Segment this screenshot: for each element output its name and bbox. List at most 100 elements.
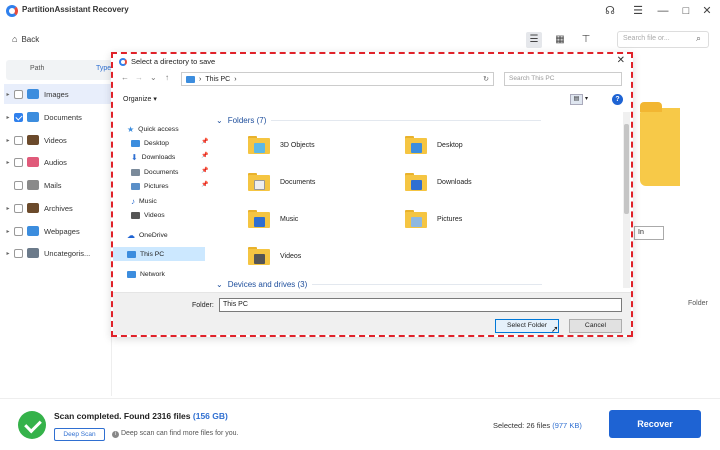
- folder-pictures[interactable]: Pictures: [405, 208, 462, 230]
- expand-icon[interactable]: ▸: [4, 137, 12, 144]
- folder-input[interactable]: This PC: [219, 298, 622, 312]
- view-dropdown-icon[interactable]: ▾: [585, 95, 588, 102]
- sidebar-item-documents[interactable]: ▸ Documents: [4, 107, 112, 127]
- cancel-button[interactable]: Cancel: [569, 319, 622, 333]
- dialog-footer: Folder: This PC Select Folder Cancel ➚: [113, 292, 631, 335]
- sidebar-item-videos[interactable]: ▸ Videos: [4, 130, 112, 150]
- folder-icon: [248, 171, 270, 193]
- folder-documents[interactable]: Documents: [248, 171, 315, 193]
- organize-label: Organize: [123, 96, 152, 103]
- checkbox[interactable]: [14, 248, 23, 258]
- grid-view-icon[interactable]: ▦: [552, 32, 568, 48]
- support-icon[interactable]: ☊: [603, 4, 617, 18]
- maximize-button[interactable]: □: [679, 4, 693, 18]
- expand-icon[interactable]: ▸: [4, 228, 12, 235]
- title-bar: PartitionAssistant Recovery ☊ ☰ — □ ✕: [0, 0, 720, 24]
- address-input[interactable]: › This PC › ↻: [181, 72, 494, 86]
- folder-3d-objects[interactable]: 3D Objects: [248, 134, 315, 156]
- folder-label: Videos: [280, 252, 302, 260]
- group-label: Folders (7): [227, 116, 267, 125]
- nav-label: Network: [140, 270, 165, 278]
- pin-icon: 📌: [201, 168, 209, 174]
- up-arrow-icon[interactable]: ↑: [165, 73, 169, 82]
- nav-network[interactable]: Network: [127, 267, 165, 281]
- checkbox[interactable]: [14, 135, 23, 145]
- expand-icon[interactable]: ▸: [4, 114, 12, 121]
- refresh-icon[interactable]: ↻: [483, 75, 489, 83]
- sidebar-item-audios[interactable]: ▸ Audios: [4, 152, 112, 172]
- back-arrow-icon[interactable]: ←: [121, 73, 129, 82]
- expand-icon[interactable]: ▸: [4, 91, 12, 98]
- nav-downloads[interactable]: ⬇ Downloads: [131, 150, 175, 164]
- scan-status-text: Scan completed. Found 2316 files: [54, 411, 191, 421]
- tab-type[interactable]: Type: [96, 65, 111, 72]
- dialog-scrollbar[interactable]: [623, 112, 630, 288]
- expand-icon[interactable]: ▸: [4, 205, 12, 212]
- search-icon[interactable]: ⌕: [696, 33, 701, 44]
- checkbox[interactable]: [14, 112, 23, 122]
- status-bar: Scan completed. Found 2316 files (156 GB…: [0, 398, 720, 450]
- tab-path[interactable]: Path: [30, 65, 44, 72]
- tree-view-icon[interactable]: ⊤: [578, 32, 594, 48]
- nav-onedrive[interactable]: ☁ OneDrive: [127, 228, 168, 242]
- dialog-search-input[interactable]: Search This PC: [504, 72, 622, 86]
- dialog-title-bar: Select a directory to save: [119, 57, 215, 66]
- expand-icon[interactable]: ▸: [4, 159, 12, 166]
- audios-icon: [27, 157, 39, 167]
- deep-scan-button[interactable]: Deep Scan: [54, 428, 105, 441]
- sidebar-item-archives[interactable]: ▸ Archives: [4, 198, 112, 218]
- folder-desktop[interactable]: Desktop: [405, 134, 463, 156]
- documents-icon: [27, 112, 39, 122]
- devices-group-header[interactable]: ⌄ Devices and drives (3): [216, 280, 543, 289]
- help-icon[interactable]: ?: [612, 94, 623, 105]
- uncategorized-icon: [27, 248, 39, 258]
- breadcrumb-separator: ›: [234, 75, 237, 83]
- folder-music[interactable]: Music: [248, 208, 298, 230]
- folder-type-label: Folder: [688, 300, 708, 307]
- nav-videos[interactable]: Videos: [131, 208, 165, 222]
- expand-icon[interactable]: ▸: [4, 250, 12, 257]
- back-button[interactable]: ⌂ Back: [12, 34, 39, 44]
- desktop-icon: [131, 139, 140, 147]
- scrollbar-thumb[interactable]: [624, 124, 629, 214]
- folder-preview-icon: [640, 102, 680, 186]
- nav-pictures[interactable]: Pictures: [131, 179, 169, 193]
- nav-bar: ⌂ Back ☰ ▦ ⊤: [0, 27, 720, 53]
- checkbox[interactable]: [14, 203, 23, 213]
- sidebar-item-mails[interactable]: Mails: [4, 175, 112, 195]
- nav-documents[interactable]: Documents: [131, 165, 178, 179]
- sidebar-item-label: Uncategoris...: [44, 248, 91, 258]
- view-options-icon[interactable]: ▤: [570, 94, 583, 105]
- recover-button[interactable]: Recover: [609, 410, 701, 438]
- info-icon: i: [112, 431, 119, 438]
- folder-videos[interactable]: Videos: [248, 245, 301, 267]
- folder-icon: [248, 245, 270, 267]
- menu-icon[interactable]: ☰: [631, 4, 645, 18]
- sidebar-item-webpages[interactable]: ▸ Webpages: [4, 221, 112, 241]
- checkbox[interactable]: [14, 180, 23, 190]
- close-button[interactable]: ✕: [700, 4, 714, 18]
- sidebar-item-uncategorized[interactable]: ▸ Uncategoris...: [4, 243, 112, 263]
- dialog-close-button[interactable]: ✕: [617, 55, 625, 66]
- nav-quick-access[interactable]: ★ Quick access: [127, 122, 179, 136]
- minimize-button[interactable]: —: [656, 4, 670, 18]
- nav-label: Pictures: [144, 182, 169, 190]
- sidebar-item-images[interactable]: ▸ Images: [4, 84, 112, 104]
- checkbox[interactable]: [14, 226, 23, 236]
- nav-music[interactable]: ♪ Music: [131, 194, 157, 208]
- group-divider: [271, 120, 542, 121]
- nav-this-pc[interactable]: This PC: [113, 247, 205, 261]
- archives-icon: [27, 203, 39, 213]
- folders-group-header[interactable]: ⌄ Folders (7): [216, 116, 542, 125]
- collapse-icon: ⌄: [216, 280, 223, 289]
- list-view-icon[interactable]: ☰: [526, 32, 542, 48]
- folder-downloads[interactable]: Downloads: [405, 171, 472, 193]
- forward-arrow-icon[interactable]: →: [135, 73, 143, 82]
- checkbox[interactable]: [14, 157, 23, 167]
- checkbox[interactable]: [14, 89, 23, 99]
- recent-dropdown-icon[interactable]: ⌄: [150, 73, 157, 82]
- organize-button[interactable]: Organize ▾: [123, 95, 157, 103]
- select-folder-button[interactable]: Select Folder: [495, 319, 559, 333]
- scan-size: (156 GB): [192, 411, 228, 421]
- nav-desktop[interactable]: Desktop: [131, 136, 169, 150]
